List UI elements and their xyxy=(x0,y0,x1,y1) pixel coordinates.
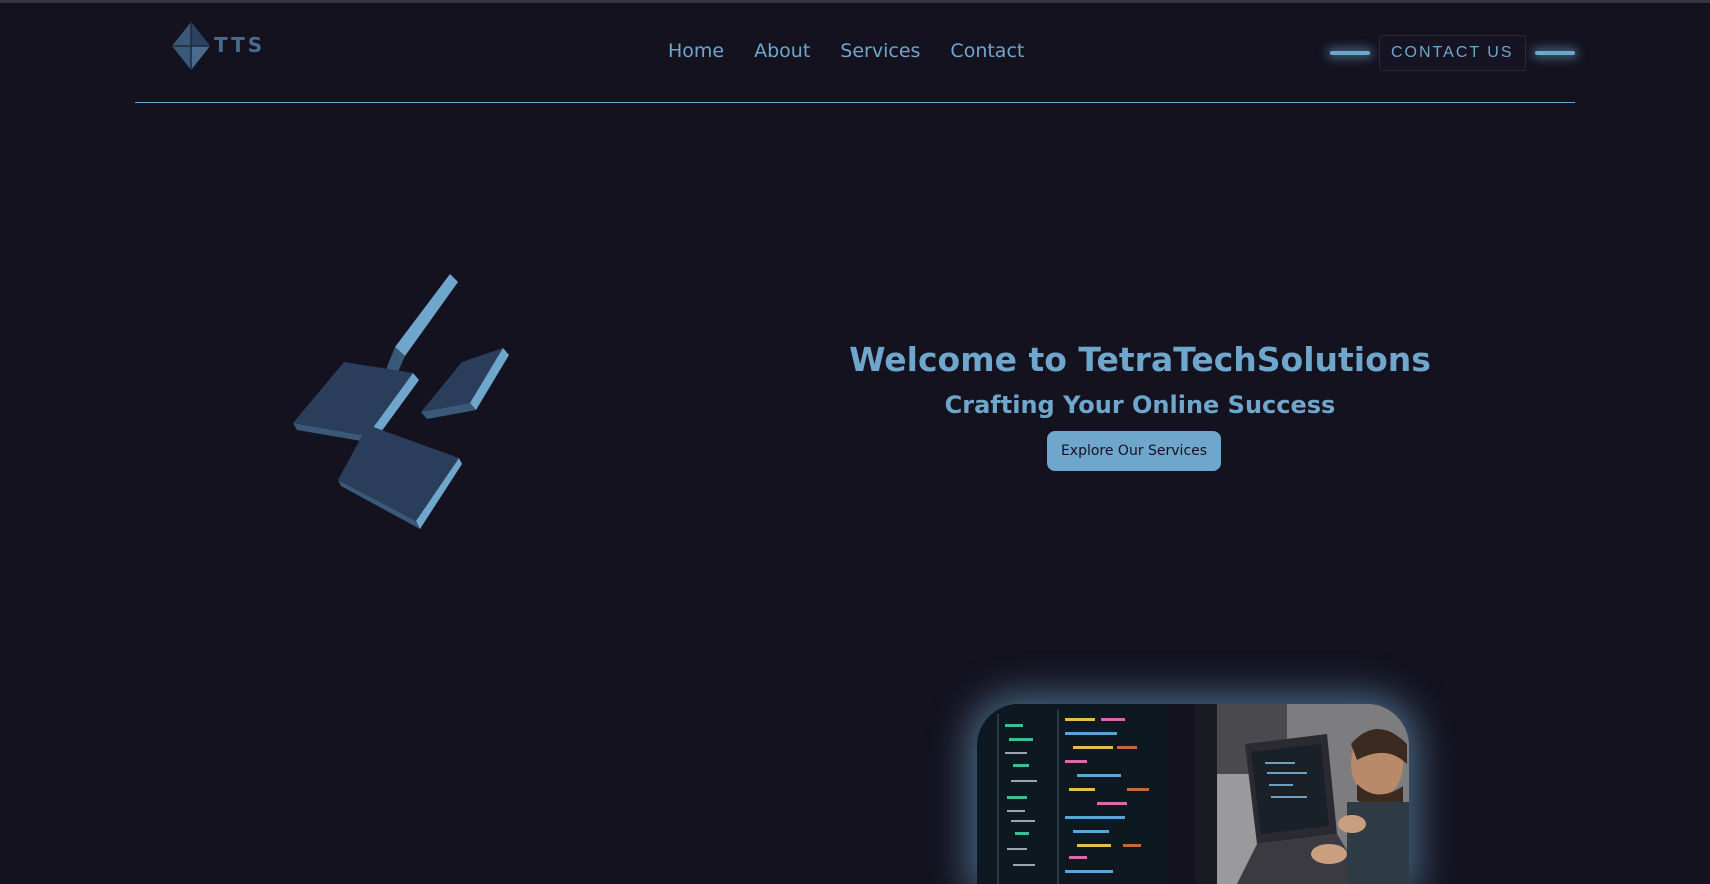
hero-photo-card xyxy=(977,704,1409,884)
photo-gap xyxy=(1167,704,1195,884)
hero-title: Welcome to TetraTechSolutions xyxy=(849,340,1431,379)
nav-link-about[interactable]: About xyxy=(754,40,810,62)
nav-link-home[interactable]: Home xyxy=(668,40,724,62)
code-screen-image xyxy=(977,704,1167,884)
contact-area: CONTACT US xyxy=(1330,34,1575,72)
contact-us-button[interactable]: CONTACT US xyxy=(1379,35,1526,71)
tetra-pieces-graphic xyxy=(293,274,509,529)
explore-services-button[interactable]: Explore Our Services xyxy=(1047,431,1221,471)
main-nav: Home About Services Contact xyxy=(668,40,1024,62)
site-logo[interactable]: TTS xyxy=(170,20,270,76)
logo-text: TTS xyxy=(214,33,266,57)
glow-line-right xyxy=(1534,51,1575,55)
top-border xyxy=(0,0,1710,3)
header-divider xyxy=(135,102,1575,103)
person-laptop-image xyxy=(1217,704,1409,884)
nav-link-services[interactable]: Services xyxy=(840,40,920,62)
glow-line-left xyxy=(1330,51,1370,55)
hero-subtitle: Crafting Your Online Success xyxy=(944,391,1336,419)
nav-link-contact[interactable]: Contact xyxy=(950,40,1024,62)
section-heading-partial xyxy=(300,848,820,868)
photo-strip xyxy=(1195,704,1217,884)
diamond-logo-icon xyxy=(172,22,210,70)
